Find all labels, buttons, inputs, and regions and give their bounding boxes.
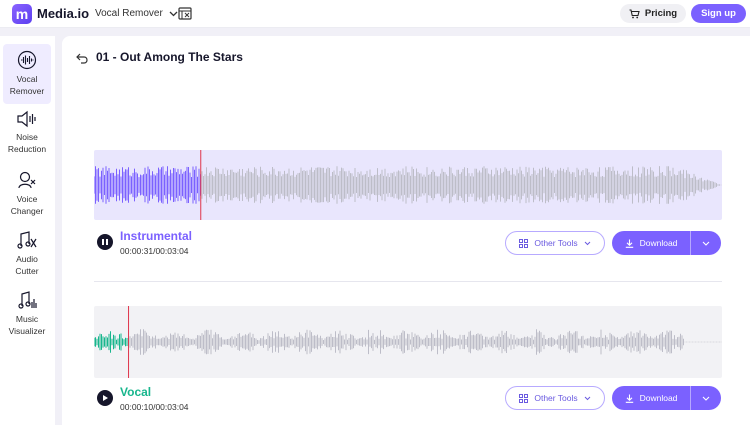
sidebar-item-vocal-remover[interactable]: Vocal Remover	[3, 44, 51, 104]
sidebar-item-label: Vocal Remover	[9, 74, 45, 96]
product-dropdown[interactable]: Vocal Remover	[95, 8, 178, 19]
download-label: Download	[639, 238, 678, 248]
download-icon	[625, 239, 633, 248]
chevron-down-icon	[169, 11, 178, 16]
download-button[interactable]: Download	[612, 231, 721, 255]
sidebar-item-music-visualizer[interactable]: Music Visualizer	[3, 284, 51, 344]
track-time: 00:00:31/00:03:04	[120, 246, 189, 256]
track-name-instrumental: Instrumental	[120, 229, 193, 243]
vocal-waveform[interactable]	[94, 306, 722, 378]
sidebar-item-label: Audio Cutter	[15, 254, 39, 276]
instrumental-waveform[interactable]	[94, 150, 722, 220]
chevron-down-icon	[584, 241, 591, 245]
divider	[94, 281, 722, 282]
signup-button[interactable]: Sign up	[691, 4, 746, 23]
download-options-caret[interactable]	[691, 231, 721, 255]
download-icon	[625, 394, 633, 403]
music-visualizer-icon	[18, 291, 37, 309]
other-tools-button[interactable]: Other Tools	[505, 231, 605, 255]
sidebar: Vocal Remover Noise Reduction Voice Chan…	[0, 36, 55, 425]
other-tools-button[interactable]: Other Tools	[505, 386, 605, 410]
sidebar-item-audio-cutter[interactable]: Audio Cutter	[3, 224, 51, 284]
chevron-down-icon	[702, 396, 710, 401]
logo-text[interactable]: Media.io	[37, 6, 89, 21]
other-tools-label: Other Tools	[534, 238, 578, 248]
sidebar-item-label: Noise Reduction	[7, 132, 47, 154]
pricing-button[interactable]: Pricing	[620, 4, 686, 23]
voice-changer-icon	[18, 171, 36, 189]
other-tools-label: Other Tools	[534, 393, 578, 403]
back-icon[interactable]	[76, 53, 88, 64]
chevron-down-icon	[584, 396, 591, 400]
cart-icon	[629, 8, 640, 18]
page-title: 01 - Out Among The Stars	[96, 50, 243, 64]
download-options-caret[interactable]	[691, 386, 721, 410]
main-panel: 01 - Out Among The Stars Instrumental 00…	[62, 36, 750, 425]
product-dropdown-label: Vocal Remover	[95, 8, 163, 19]
app-grid-icon[interactable]	[178, 7, 192, 20]
pause-button[interactable]	[97, 234, 113, 250]
sidebar-item-voice-changer[interactable]: Voice Changer	[3, 164, 51, 224]
sidebar-item-label: Voice Changer	[10, 194, 44, 216]
download-main[interactable]: Download	[612, 231, 691, 255]
audio-cutter-icon	[17, 231, 37, 249]
pricing-label: Pricing	[644, 8, 678, 19]
vocal-remover-icon	[17, 50, 37, 70]
grid-icon	[519, 393, 529, 403]
track-time: 00:00:10/00:03:04	[120, 402, 189, 412]
download-main[interactable]: Download	[612, 386, 691, 410]
noise-reduction-icon	[17, 110, 36, 128]
download-label: Download	[639, 393, 678, 403]
track-name-vocal: Vocal	[120, 385, 152, 399]
play-button[interactable]	[97, 390, 113, 406]
pause-icon	[102, 239, 108, 245]
download-button[interactable]: Download	[612, 386, 721, 410]
logo-icon[interactable]: m	[12, 4, 32, 24]
grid-icon	[519, 238, 529, 248]
sidebar-item-label: Music Visualizer	[8, 314, 46, 336]
play-icon	[103, 395, 108, 401]
top-bar: m Media.io Vocal Remover Pricing Sign up	[0, 0, 750, 28]
chevron-down-icon	[702, 241, 710, 246]
sidebar-item-noise-reduction[interactable]: Noise Reduction	[3, 104, 51, 164]
